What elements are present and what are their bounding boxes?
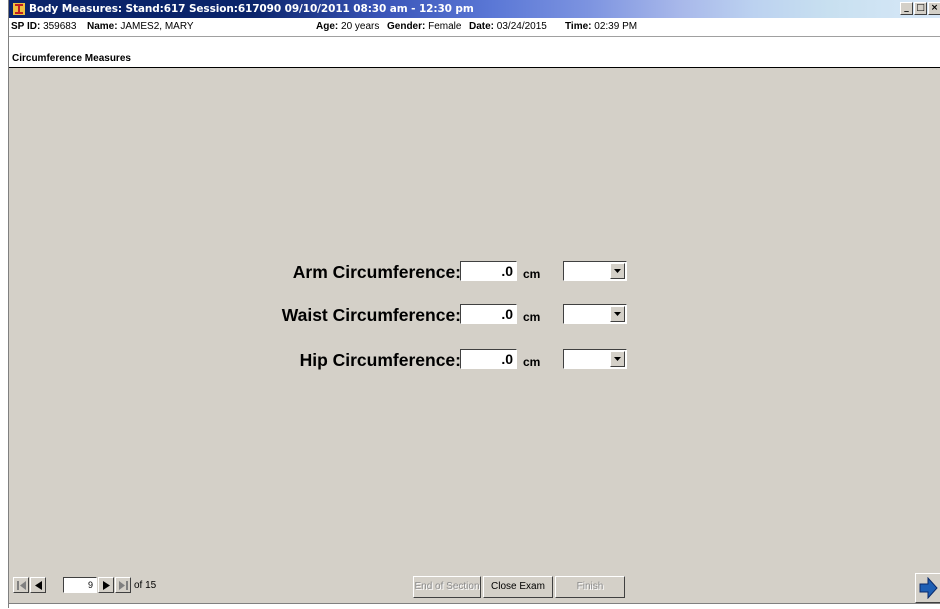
window-bottom-edge (9, 603, 940, 609)
gender-value: Female (428, 21, 462, 32)
hip-circumference-row: Hip Circumference: .0 cm (9, 349, 940, 371)
previous-page-icon (34, 580, 42, 590)
window-controls: _ □ × (900, 2, 940, 15)
first-page-icon (16, 580, 26, 590)
app-window: Body Measures: Stand:617 Session:617090 … (8, 0, 940, 609)
last-page-button[interactable] (115, 577, 131, 593)
arm-comment-dropdown[interactable] (563, 261, 627, 281)
sp-id: SP ID: 359683 (11, 21, 76, 32)
maximize-button[interactable]: □ (914, 2, 927, 15)
first-page-button[interactable] (13, 577, 29, 593)
page-count-label: of 15 (134, 580, 157, 591)
next-page-button[interactable] (98, 577, 114, 593)
next-page-icon (102, 580, 110, 590)
exam-time: Time: 02:39 PM (565, 21, 637, 32)
arm-unit-label: cm (523, 267, 541, 281)
hip-circumference-input[interactable]: .0 (460, 349, 517, 369)
app-icon (13, 3, 25, 15)
bottom-navigation: 9 of 15 End of Section Close Exam Finish (9, 573, 940, 603)
chevron-down-icon[interactable] (610, 306, 625, 322)
hip-comment-dropdown[interactable] (563, 349, 627, 369)
age-label: Age: (316, 21, 339, 32)
close-exam-button[interactable]: Close Exam (483, 576, 553, 598)
waist-circumference-row: Waist Circumference: .0 cm (9, 304, 940, 326)
previous-page-button[interactable] (30, 577, 46, 593)
info-spacer (9, 37, 940, 50)
close-button[interactable]: × (928, 2, 940, 15)
age-value: 20 years (341, 21, 380, 32)
finish-button[interactable]: Finish (555, 576, 625, 598)
date-value: 03/24/2015 (496, 21, 547, 32)
exit-button[interactable] (915, 573, 940, 603)
hip-circumference-label: Hip Circumference: (299, 350, 461, 370)
title-bar[interactable]: Body Measures: Stand:617 Session:617090 … (9, 0, 940, 18)
minimize-button[interactable]: _ (900, 2, 913, 15)
section-title: Circumference Measures (9, 50, 940, 68)
page-number-input[interactable]: 9 (63, 577, 97, 593)
chevron-down-icon[interactable] (610, 263, 625, 279)
time-label: Time: (565, 21, 592, 32)
patient-name: Name: JAMES2, MARY (87, 21, 194, 32)
arm-circumference-input[interactable]: .0 (460, 261, 517, 281)
name-value: JAMES2, MARY (120, 21, 194, 32)
chevron-down-icon[interactable] (610, 351, 625, 367)
sp-id-value: 359683 (43, 21, 77, 32)
patient-gender: Gender: Female (387, 21, 461, 32)
arm-circumference-label: Arm Circumference: (292, 262, 461, 282)
sp-id-label: SP ID: (11, 21, 41, 32)
time-value: 02:39 PM (594, 21, 638, 32)
exit-arrow-icon (919, 577, 938, 599)
waist-comment-dropdown[interactable] (563, 304, 627, 324)
end-of-section-button[interactable]: End of Section (413, 576, 481, 598)
waist-circumference-input[interactable]: .0 (460, 304, 517, 324)
date-label: Date: (469, 21, 495, 32)
arm-circumference-row: Arm Circumference: .0 cm (9, 261, 940, 283)
window-title: Body Measures: Stand:617 Session:617090 … (29, 3, 474, 15)
last-page-icon (118, 580, 128, 590)
waist-unit-label: cm (523, 310, 541, 324)
name-label: Name: (87, 21, 118, 32)
patient-age: Age: 20 years (316, 21, 379, 32)
patient-info-bar: SP ID: 359683 Name: JAMES2, MARY Age: 20… (9, 18, 940, 37)
waist-circumference-label: Waist Circumference: (281, 305, 461, 325)
gender-label: Gender: (387, 21, 426, 32)
exam-date: Date: 03/24/2015 (469, 21, 547, 32)
hip-unit-label: cm (523, 355, 541, 369)
